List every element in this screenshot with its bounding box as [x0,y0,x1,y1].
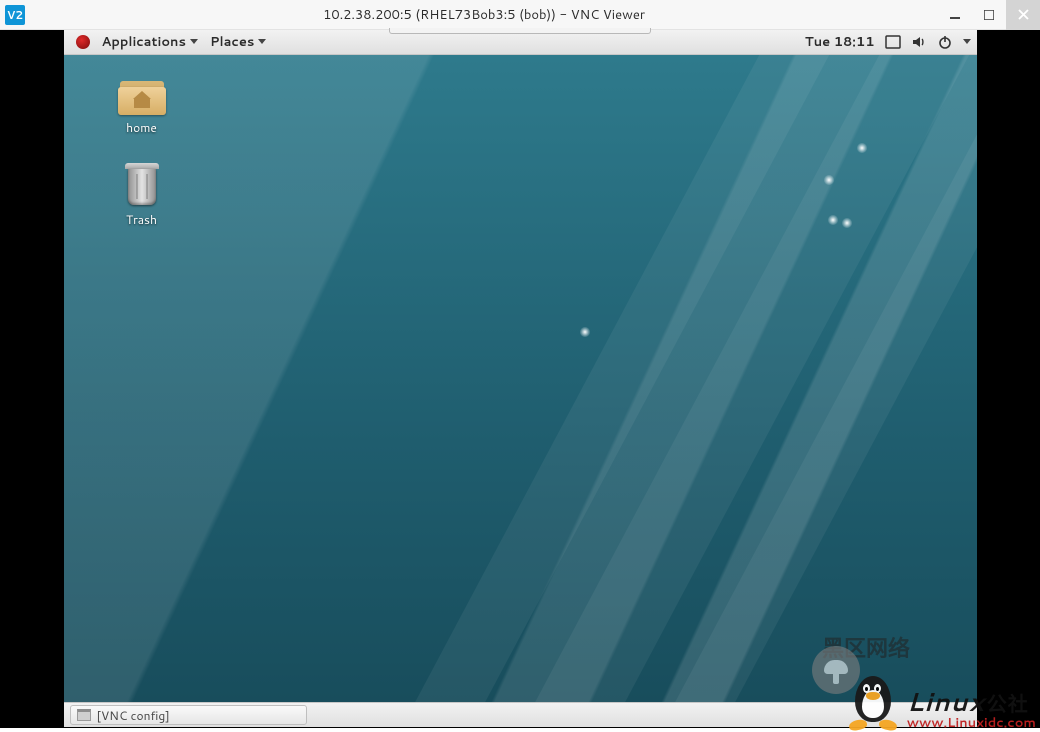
client-area: Applications Places Tue 18:11 [0,30,1040,728]
vnc-config-task-button[interactable]: [VNC config] [70,705,307,725]
clock[interactable]: Tue 18:11 [805,33,875,51]
chevron-down-icon [190,39,198,45]
vnc-viewer-window: V2 10.2.38.200:5 (RHEL73Bob3:5 (bob)) - … [0,0,1040,728]
chevron-down-icon [258,39,266,45]
places-menu[interactable]: Places [204,33,272,51]
titlebar[interactable]: V2 10.2.38.200:5 (RHEL73Bob3:5 (bob)) - … [0,0,1040,30]
desktop[interactable]: home Trash [64,55,977,702]
window-icon [77,709,91,721]
applications-label: Applications [102,33,186,51]
close-button[interactable] [1006,0,1040,30]
minimize-button[interactable] [938,0,972,30]
applications-menu[interactable]: Applications [96,33,204,51]
trash-icon [122,163,162,207]
accessibility-icon[interactable] [885,34,901,50]
places-label: Places [210,33,254,51]
home-desktop-icon[interactable]: home [102,77,182,136]
maximize-button[interactable] [972,0,1006,30]
home-folder-icon [118,77,166,115]
title-grip[interactable] [389,28,651,34]
vnc-logo-icon: V2 [5,5,25,25]
window-controls [938,0,1040,30]
app-icon: V2 [0,0,30,30]
remote-desktop[interactable]: Applications Places Tue 18:11 [64,30,977,727]
user-menu-chevron-icon[interactable] [963,39,971,45]
trash-desktop-icon[interactable]: Trash [102,163,182,228]
gnome-bottom-panel: [VNC config] [64,702,977,727]
redhat-icon[interactable] [70,35,96,49]
volume-icon[interactable] [911,34,927,50]
power-icon[interactable] [937,34,953,50]
window-title: 10.2.38.200:5 (RHEL73Bob3:5 (bob)) - VNC… [30,6,938,24]
vnc-config-label: [VNC config] [97,707,170,724]
trash-label: Trash [102,211,182,228]
home-label: home [102,119,182,136]
